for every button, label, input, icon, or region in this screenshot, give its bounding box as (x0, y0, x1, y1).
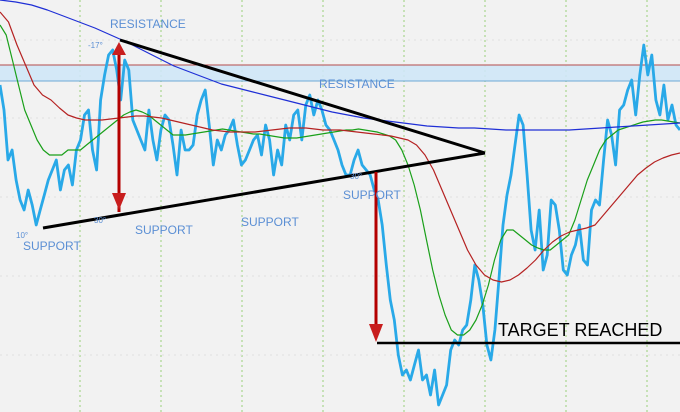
degree-left-label: 10° (16, 231, 28, 240)
support-label-3: SUPPORT (241, 215, 299, 229)
target-reached-label: TARGET REACHED (498, 320, 662, 340)
support-label-4: SUPPORT (343, 188, 401, 202)
degree-mid-label: 30° (350, 172, 362, 181)
degree-top-label: -17° (88, 41, 103, 50)
arrow-up-head (112, 42, 126, 55)
resistance-label-top: RESISTANCE (110, 17, 186, 31)
degree-low-label: 30° (94, 216, 106, 225)
price-series (0, 43, 680, 407)
resistance-label-mid: RESISTANCE (319, 77, 395, 91)
chart-svg: RESISTANCE RESISTANCE SUPPORT SUPPORT SU… (0, 0, 680, 412)
arrow-down-head-1 (112, 193, 126, 210)
arrow-down-head-2 (369, 324, 383, 342)
grid (0, 0, 680, 412)
support-label-2: SUPPORT (135, 223, 193, 237)
chart: RESISTANCE RESISTANCE SUPPORT SUPPORT SU… (0, 0, 680, 412)
support-label-1: SUPPORT (23, 239, 81, 253)
ema-red-series (0, 11, 680, 283)
